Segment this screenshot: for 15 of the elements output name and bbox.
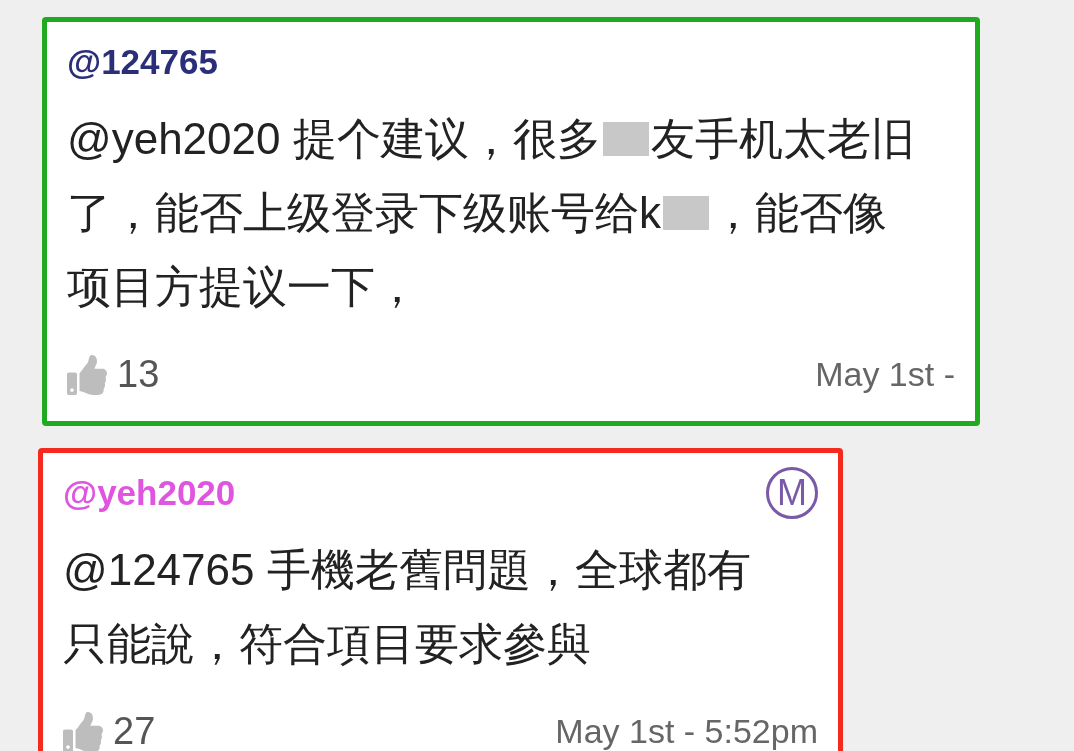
comment-text: 了，能否上级登录下级账号给k ，能否像 [67, 187, 888, 239]
author-name[interactable]: @124765 [67, 35, 218, 89]
comment-text: 只能說，符合項目要求參與 [63, 618, 592, 670]
thumbs-up-icon[interactable] [63, 711, 103, 751]
timestamp: May 1st - 5:52pm [555, 711, 818, 751]
timestamp: May 1st - [815, 354, 955, 395]
comment-text: @124765 手機老舊問題，全球都有 [63, 544, 752, 596]
like-count: 27 [113, 709, 156, 751]
comment-text: 项目方提议一下， [67, 261, 420, 313]
thumbs-up-icon[interactable] [67, 354, 107, 395]
redaction-mark [602, 122, 649, 156]
moderator-badge: M [766, 467, 818, 519]
comment-text: @yeh2020 提个建议，很多 友手机太老旧 [67, 113, 916, 165]
redaction-mark [663, 196, 709, 230]
like-count: 13 [117, 352, 160, 397]
